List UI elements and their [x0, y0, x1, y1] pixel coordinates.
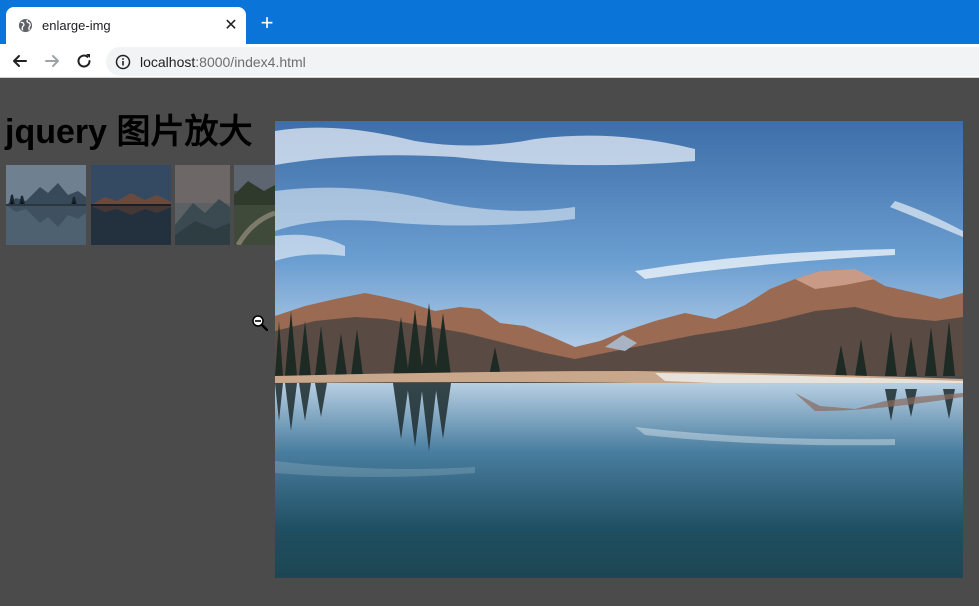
browser-toolbar: localhost:8000/index4.html	[0, 44, 979, 78]
zoom-out-cursor-icon	[252, 315, 268, 331]
url-host: localhost	[140, 54, 196, 70]
thumbnail-mountain-lake-1[interactable]	[6, 165, 86, 245]
thumbnail-foggy-mountain[interactable]	[175, 165, 230, 245]
url-text[interactable]: localhost:8000/index4.html	[140, 54, 306, 70]
globe-icon	[18, 18, 33, 33]
thumbnail-strip	[6, 165, 275, 245]
browser-tab[interactable]: enlarge-img ✕	[6, 7, 246, 44]
page-title: jquery 图片放大	[5, 113, 253, 151]
close-icon[interactable]: ✕	[222, 16, 240, 34]
address-bar[interactable]: localhost:8000/index4.html	[106, 47, 979, 76]
page-body: jquery 图片放大	[0, 79, 979, 606]
plus-icon[interactable]: +	[256, 10, 278, 35]
enlarged-image	[275, 121, 963, 578]
thumbnail-mountain-lake-2[interactable]	[91, 165, 171, 245]
forward-arrow-icon[interactable]	[42, 51, 62, 71]
tab-title: enlarge-img	[42, 18, 111, 33]
thumbnail-mountain-road[interactable]	[234, 165, 275, 245]
back-arrow-icon[interactable]	[10, 51, 30, 71]
reload-icon[interactable]	[74, 51, 94, 71]
browser-tab-bar: enlarge-img ✕ +	[0, 0, 979, 44]
url-path: :8000/index4.html	[195, 54, 306, 70]
info-icon[interactable]	[115, 54, 131, 70]
